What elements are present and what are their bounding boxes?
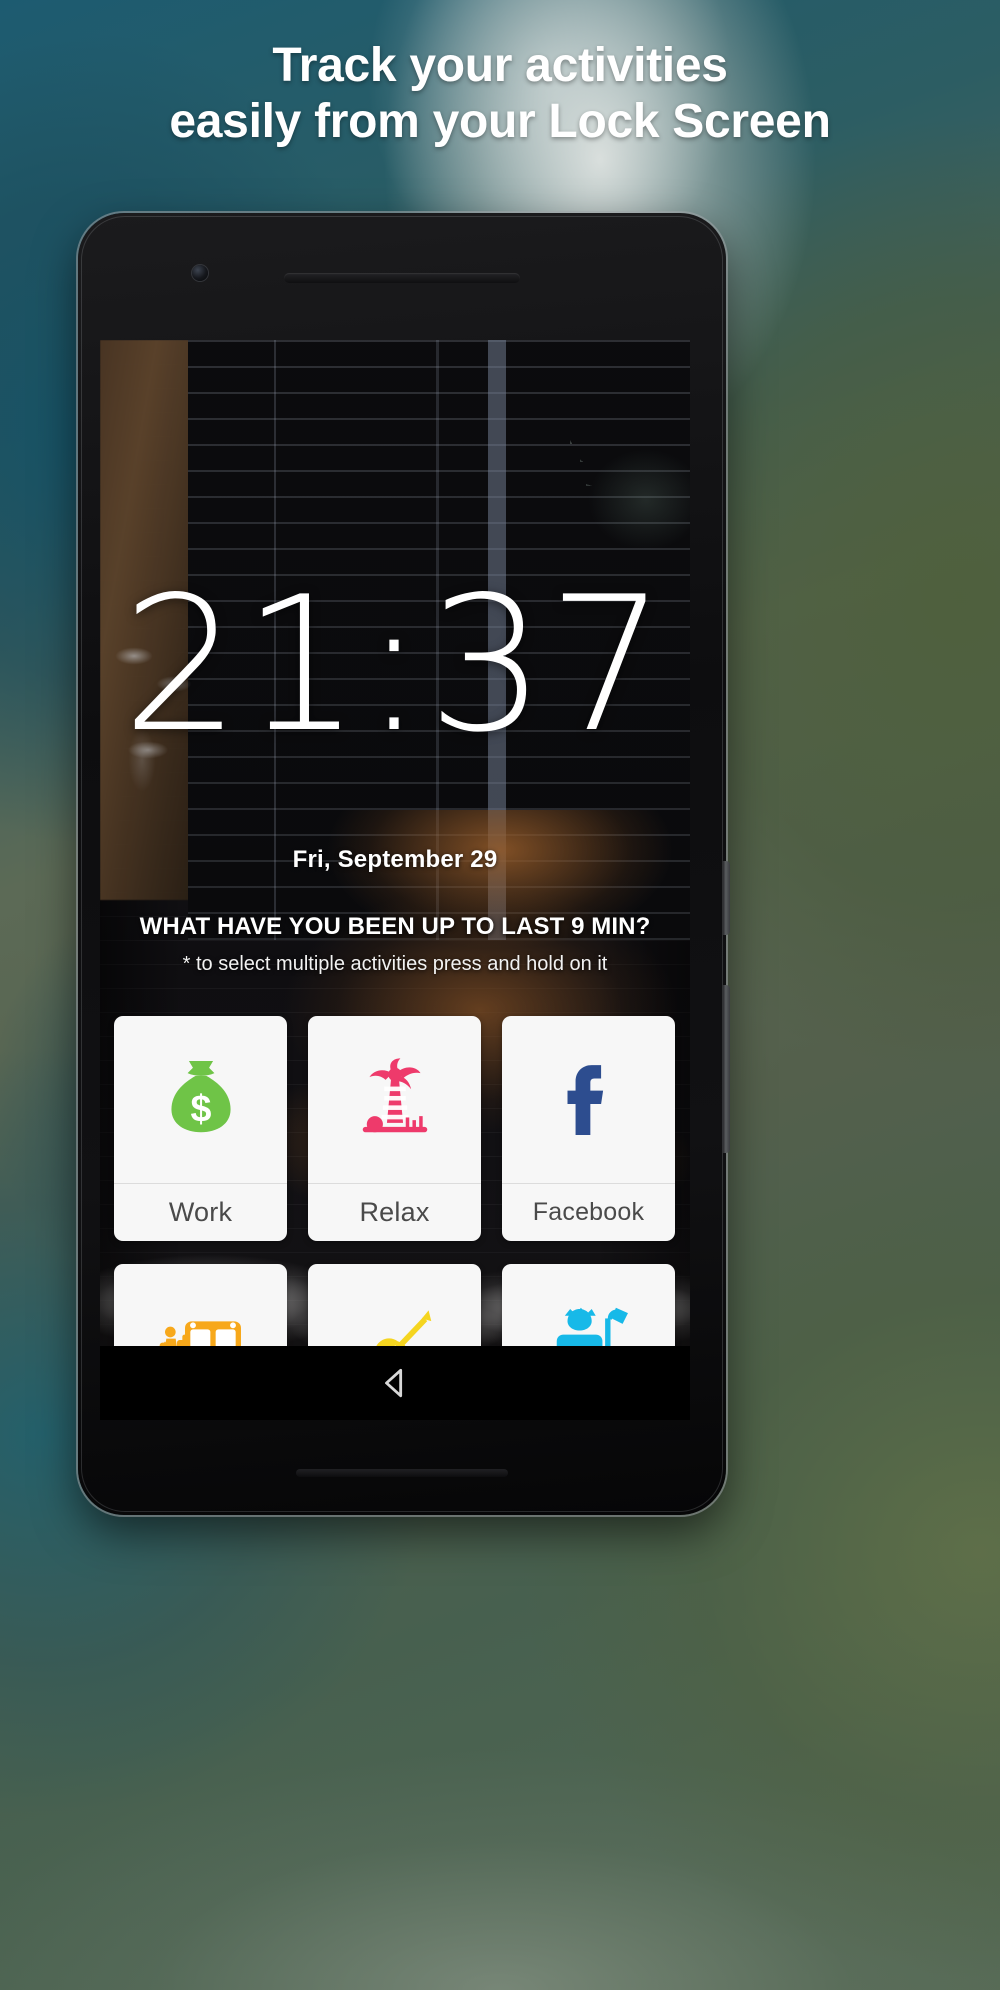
school-bus-icon: [114, 1264, 287, 1346]
study-desk-icon: [502, 1264, 675, 1346]
headline-line-1: Track your activities: [272, 39, 728, 92]
page-title: Track your activities easily from your L…: [0, 38, 1000, 150]
activity-label: Facebook: [502, 1183, 675, 1241]
headline-line-2: easily from your Lock Screen: [169, 95, 831, 148]
electric-guitar-icon: [308, 1264, 481, 1346]
phone-mockup: 21:37 Fri, September 29 WHAT HAVE YOU BE…: [78, 213, 730, 1515]
activity-label: Relax: [308, 1183, 481, 1241]
volume-button[interactable]: [723, 985, 730, 1153]
lockscreen-content: 21:37 Fri, September 29 WHAT HAVE YOU BE…: [100, 340, 690, 1346]
lockscreen-clock: 21:37: [121, 556, 669, 773]
activity-grid: $ Work Relax Facebook: [114, 1016, 676, 1346]
speaker-grill-icon: [284, 273, 520, 283]
power-button[interactable]: [723, 861, 730, 935]
activity-question: WHAT HAVE YOU BEEN UP TO LAST 9 MIN?: [139, 913, 651, 940]
activity-label: Work: [114, 1183, 287, 1241]
activity-tile-study[interactable]: Study: [502, 1264, 675, 1346]
activity-tile-facebook[interactable]: Facebook: [502, 1016, 675, 1241]
svg-text:$: $: [190, 1087, 211, 1129]
activity-tile-music[interactable]: Music: [308, 1264, 481, 1346]
lockscreen-date: Fri, September 29: [292, 846, 498, 873]
phone-screen: 21:37 Fri, September 29 WHAT HAVE YOU BE…: [100, 340, 690, 1346]
android-navigation-bar: [100, 1346, 690, 1420]
palm-tree-icon: [308, 1016, 481, 1183]
back-triangle-icon[interactable]: [378, 1366, 412, 1400]
camera-icon: [192, 265, 208, 281]
activity-tile-transport[interactable]: Transport: [114, 1264, 287, 1346]
speaker-grill-icon: [296, 1469, 508, 1477]
money-bag-icon: $: [114, 1016, 287, 1183]
multi-select-hint: * to select multiple activities press an…: [182, 953, 608, 975]
activity-tile-relax[interactable]: Relax: [308, 1016, 481, 1241]
facebook-icon: [502, 1016, 675, 1183]
activity-tile-work[interactable]: $ Work: [114, 1016, 287, 1241]
